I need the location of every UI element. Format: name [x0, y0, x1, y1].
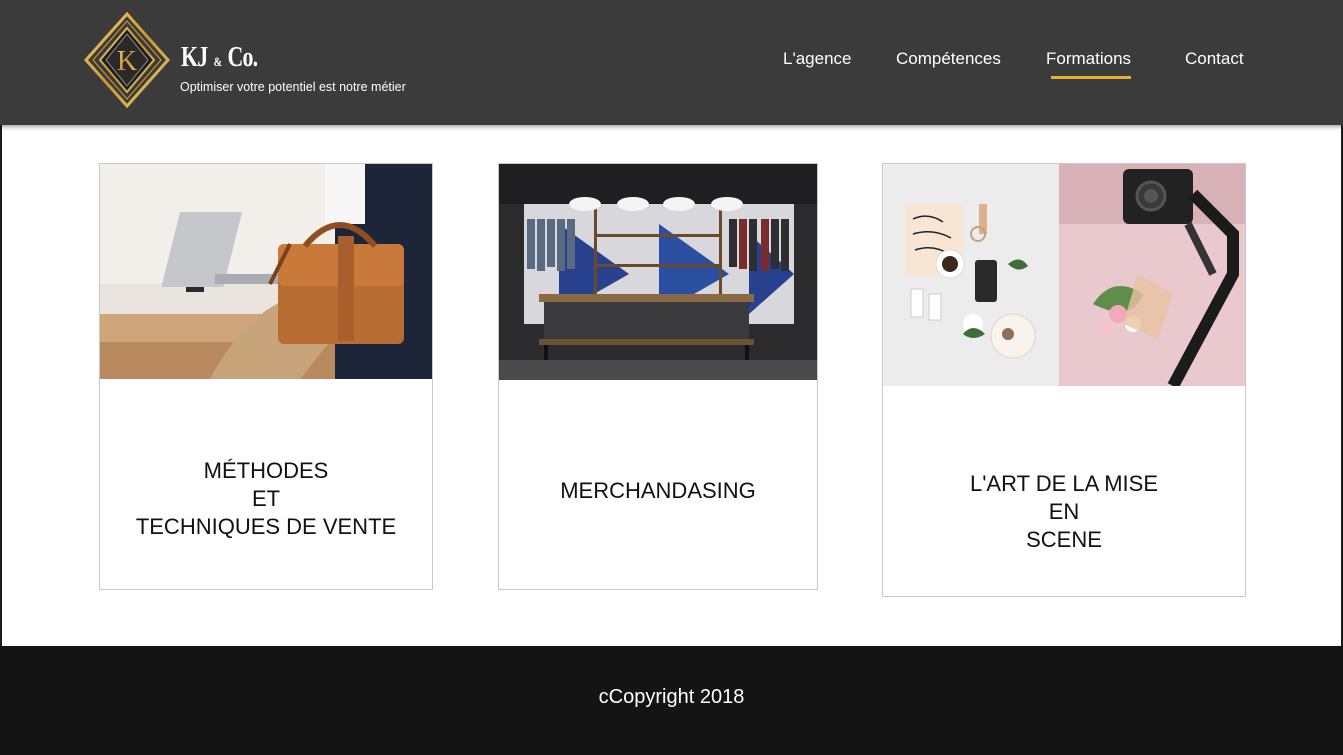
flatlay-and-camera-photo — [883, 164, 1245, 386]
man-laptop-leather-bag-photo — [100, 164, 432, 379]
main-nav: L'agence Compétences Formations Contact — [0, 49, 1343, 89]
site-header: K KJ & Co. Optimiser votre potentiel est… — [0, 0, 1343, 125]
clothing-store-interior-photo — [499, 164, 817, 380]
site-footer: cCopyright 2018 — [0, 646, 1343, 755]
nav-item-competences[interactable]: Compétences — [896, 49, 1001, 69]
page-edge-left — [0, 125, 2, 646]
nav-item-label: Contact — [1185, 49, 1244, 68]
active-nav-underline — [1051, 76, 1132, 79]
card-title: MERCHANDASING — [560, 478, 756, 503]
nav-item-contact[interactable]: Contact — [1185, 49, 1244, 69]
course-card-merchandising[interactable]: MERCHANDASING — [498, 163, 818, 590]
course-card-staging-art[interactable]: L'ART DE LA MISE EN SCENE — [882, 163, 1246, 597]
card-title: MÉTHODES ET TECHNIQUES DE VENTE — [135, 458, 397, 539]
course-card-sales-methods[interactable]: MÉTHODES ET TECHNIQUES DE VENTE — [99, 163, 433, 590]
nav-item-label: Compétences — [896, 49, 1001, 68]
nav-item-formations[interactable]: Formations — [1046, 49, 1132, 79]
nav-item-label: L'agence — [783, 49, 852, 68]
card-title: L'ART DE LA MISE EN SCENE — [969, 471, 1159, 552]
nav-item-agence[interactable]: L'agence — [783, 49, 851, 69]
copyright-text: cCopyright 2018 — [598, 686, 745, 708]
nav-item-label: Formations — [1046, 49, 1132, 68]
